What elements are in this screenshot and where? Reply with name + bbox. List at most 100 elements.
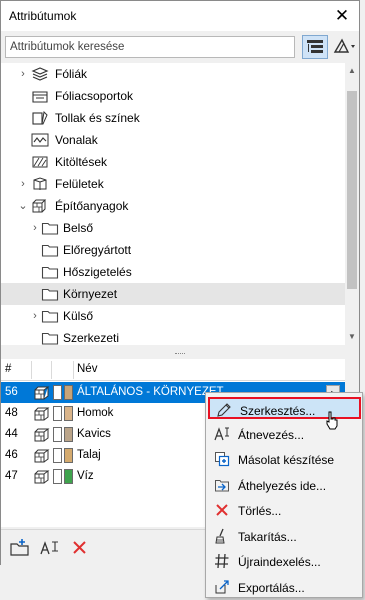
delete-icon — [73, 541, 86, 554]
cut-fill-swatch — [53, 427, 62, 442]
tree-item[interactable]: › Külső — [1, 305, 345, 327]
row-name: Víz — [77, 470, 94, 482]
attribute-tree[interactable]: › Fóliák Fóliacsoportok Tollak és színek Von… — [1, 63, 345, 345]
context-menu-item[interactable]: Áthelyezés ide... — [208, 474, 361, 496]
row-name: Talaj — [77, 449, 101, 461]
context-menu-item-label: Másolat készítése — [238, 453, 335, 467]
search-input[interactable] — [5, 36, 295, 58]
delete-button[interactable] — [69, 538, 91, 558]
new-folder-button[interactable] — [9, 538, 31, 558]
tree-view-icon — [307, 40, 323, 53]
tree-item[interactable]: › Belső — [1, 217, 345, 239]
tree-item-label: Vonalak — [55, 133, 98, 147]
tree-view-button[interactable] — [302, 35, 328, 59]
context-menu-item-label: Törlés... — [238, 504, 282, 518]
context-menu-item[interactable]: Újraindexelés... — [208, 550, 361, 572]
folder-icon — [41, 330, 59, 345]
row-index: 48 — [5, 407, 18, 419]
row-name: Kavics — [77, 428, 111, 440]
context-menu-item-label: Exportálás... — [238, 580, 305, 595]
chevron-right-icon[interactable]: › — [29, 221, 41, 235]
chevron-right-icon[interactable]: › — [17, 67, 29, 81]
context-menu-item[interactable]: Törlés... — [208, 499, 361, 521]
tree-item[interactable]: Szerkezeti — [1, 327, 345, 345]
context-menu-item-label: Szerkesztés... — [240, 404, 316, 418]
tree-item-label: Szerkezeti — [63, 331, 120, 345]
row-index: 46 — [5, 449, 18, 461]
folder-icon — [41, 308, 59, 324]
duplicate-icon — [214, 451, 230, 467]
tree-item[interactable]: Fóliacsoportok — [1, 85, 345, 107]
tree-item[interactable]: Vonalak — [1, 129, 345, 151]
building-material-icon — [34, 469, 50, 484]
context-menu-item[interactable]: Másolat készítése — [208, 448, 361, 470]
line-types-icon — [31, 132, 49, 148]
export-icon — [214, 579, 230, 595]
tree-item[interactable]: Kitöltések — [1, 151, 345, 173]
tree-item[interactable]: › Fóliák — [1, 63, 345, 85]
building-materials-icon — [31, 198, 49, 214]
search-row — [1, 31, 359, 61]
building-material-icon — [34, 406, 50, 421]
rename-icon — [40, 541, 58, 555]
context-menu-item-label: Takarítás... — [238, 529, 297, 544]
close-icon[interactable]: ✕ — [331, 5, 353, 27]
scroll-down-icon[interactable]: ▼ — [348, 333, 356, 341]
rename-button[interactable] — [39, 538, 61, 558]
column-header-index[interactable]: # — [5, 363, 11, 375]
tree-item[interactable]: Tollak és színek — [1, 107, 345, 129]
cut-fill-swatch — [53, 385, 62, 400]
tree-item[interactable]: Környezet — [1, 283, 345, 305]
chevron-right-icon[interactable]: › — [29, 309, 41, 323]
purge-icon — [214, 528, 230, 544]
tree-item[interactable]: Előregyártott — [1, 239, 345, 261]
folder-icon — [41, 220, 59, 236]
scroll-up-icon[interactable]: ▲ — [348, 67, 356, 75]
tree-scrollbar[interactable]: ▲ ▼ — [345, 63, 359, 345]
tree-item-label: Külső — [63, 309, 94, 323]
settings-icon — [333, 38, 355, 53]
tree-item-label: Fóliacsoportok — [55, 89, 134, 103]
tree-item-label: Kitöltések — [55, 155, 108, 169]
column-header-name[interactable]: Név — [77, 363, 97, 375]
row-name: ÁLTALÁNOS - KÖRNYEZET — [77, 386, 224, 398]
row-index: 56 — [5, 386, 18, 398]
reindex-icon — [214, 553, 230, 569]
tree-item-label: Hőszigetelés — [63, 265, 132, 279]
cut-fill-swatch — [53, 469, 62, 484]
surface-color-swatch — [64, 448, 73, 463]
context-menu-item[interactable]: Exportálás... — [208, 576, 361, 598]
context-menu-item[interactable]: Takarítás... — [208, 525, 361, 547]
building-material-icon — [34, 427, 50, 442]
cut-fill-swatch — [53, 448, 62, 463]
hand-cursor-icon — [326, 411, 338, 430]
layer-combinations-icon — [31, 88, 49, 104]
row-index: 47 — [5, 470, 18, 482]
new-folder-icon — [10, 539, 29, 556]
tree-item[interactable]: › Felületek — [1, 173, 345, 195]
context-menu-item-label: Átnevezés... — [238, 427, 305, 442]
chevron-down-icon[interactable]: ⌄ — [17, 199, 29, 213]
surfaces-icon — [31, 176, 49, 192]
row-index: 44 — [5, 428, 18, 440]
settings-button[interactable] — [331, 35, 357, 59]
building-material-icon — [34, 448, 50, 463]
context-menu-item-label: Áthelyezés ide... — [238, 478, 327, 493]
row-name: Homok — [77, 407, 114, 419]
tree-item[interactable]: ⌄ Építőanyagok — [1, 195, 345, 217]
chevron-right-icon[interactable]: › — [17, 177, 29, 191]
surface-color-swatch — [64, 385, 73, 400]
tree-item-label: Tollak és színek — [55, 111, 140, 125]
title-bar: Attribútumok ✕ — [1, 1, 359, 31]
cut-fill-swatch — [53, 406, 62, 421]
tree-item-label: Fóliák — [55, 67, 88, 81]
splitter-grip — [175, 353, 185, 355]
tree-item-label: Belső — [63, 221, 94, 235]
splitter-handle[interactable] — [1, 351, 359, 357]
scrollbar-thumb[interactable] — [347, 91, 357, 289]
column-separator — [31, 361, 32, 379]
layers-icon — [31, 66, 49, 82]
pencil-icon — [216, 402, 232, 418]
tree-item[interactable]: Hőszigetelés — [1, 261, 345, 283]
move-to-icon — [214, 477, 230, 493]
